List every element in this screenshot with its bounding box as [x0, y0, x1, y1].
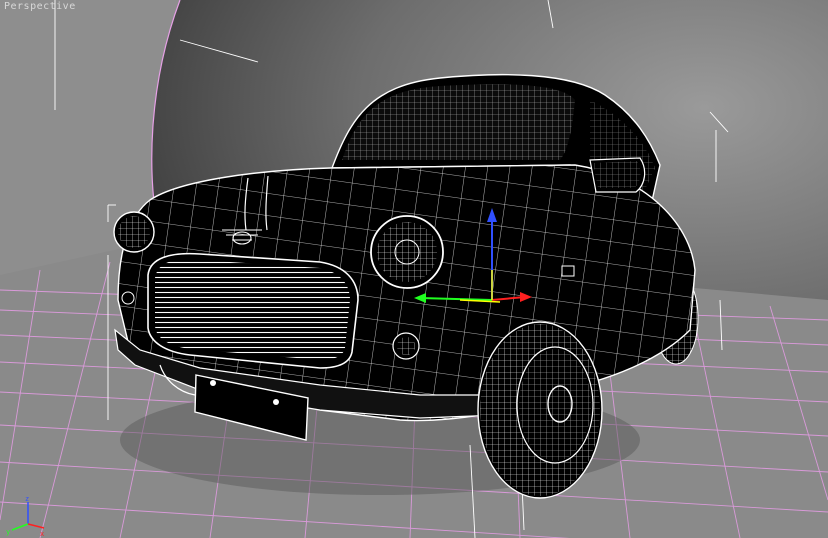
viewport-label[interactable]: Perspective	[4, 1, 76, 12]
axis-tripod-icon: z y x	[6, 495, 44, 538]
svg-text:x: x	[40, 530, 44, 538]
perspective-viewport[interactable]: Perspective z y x	[0, 0, 828, 538]
svg-text:z: z	[25, 495, 29, 503]
svg-text:y: y	[6, 528, 10, 536]
wireframe-scene	[0, 0, 828, 538]
